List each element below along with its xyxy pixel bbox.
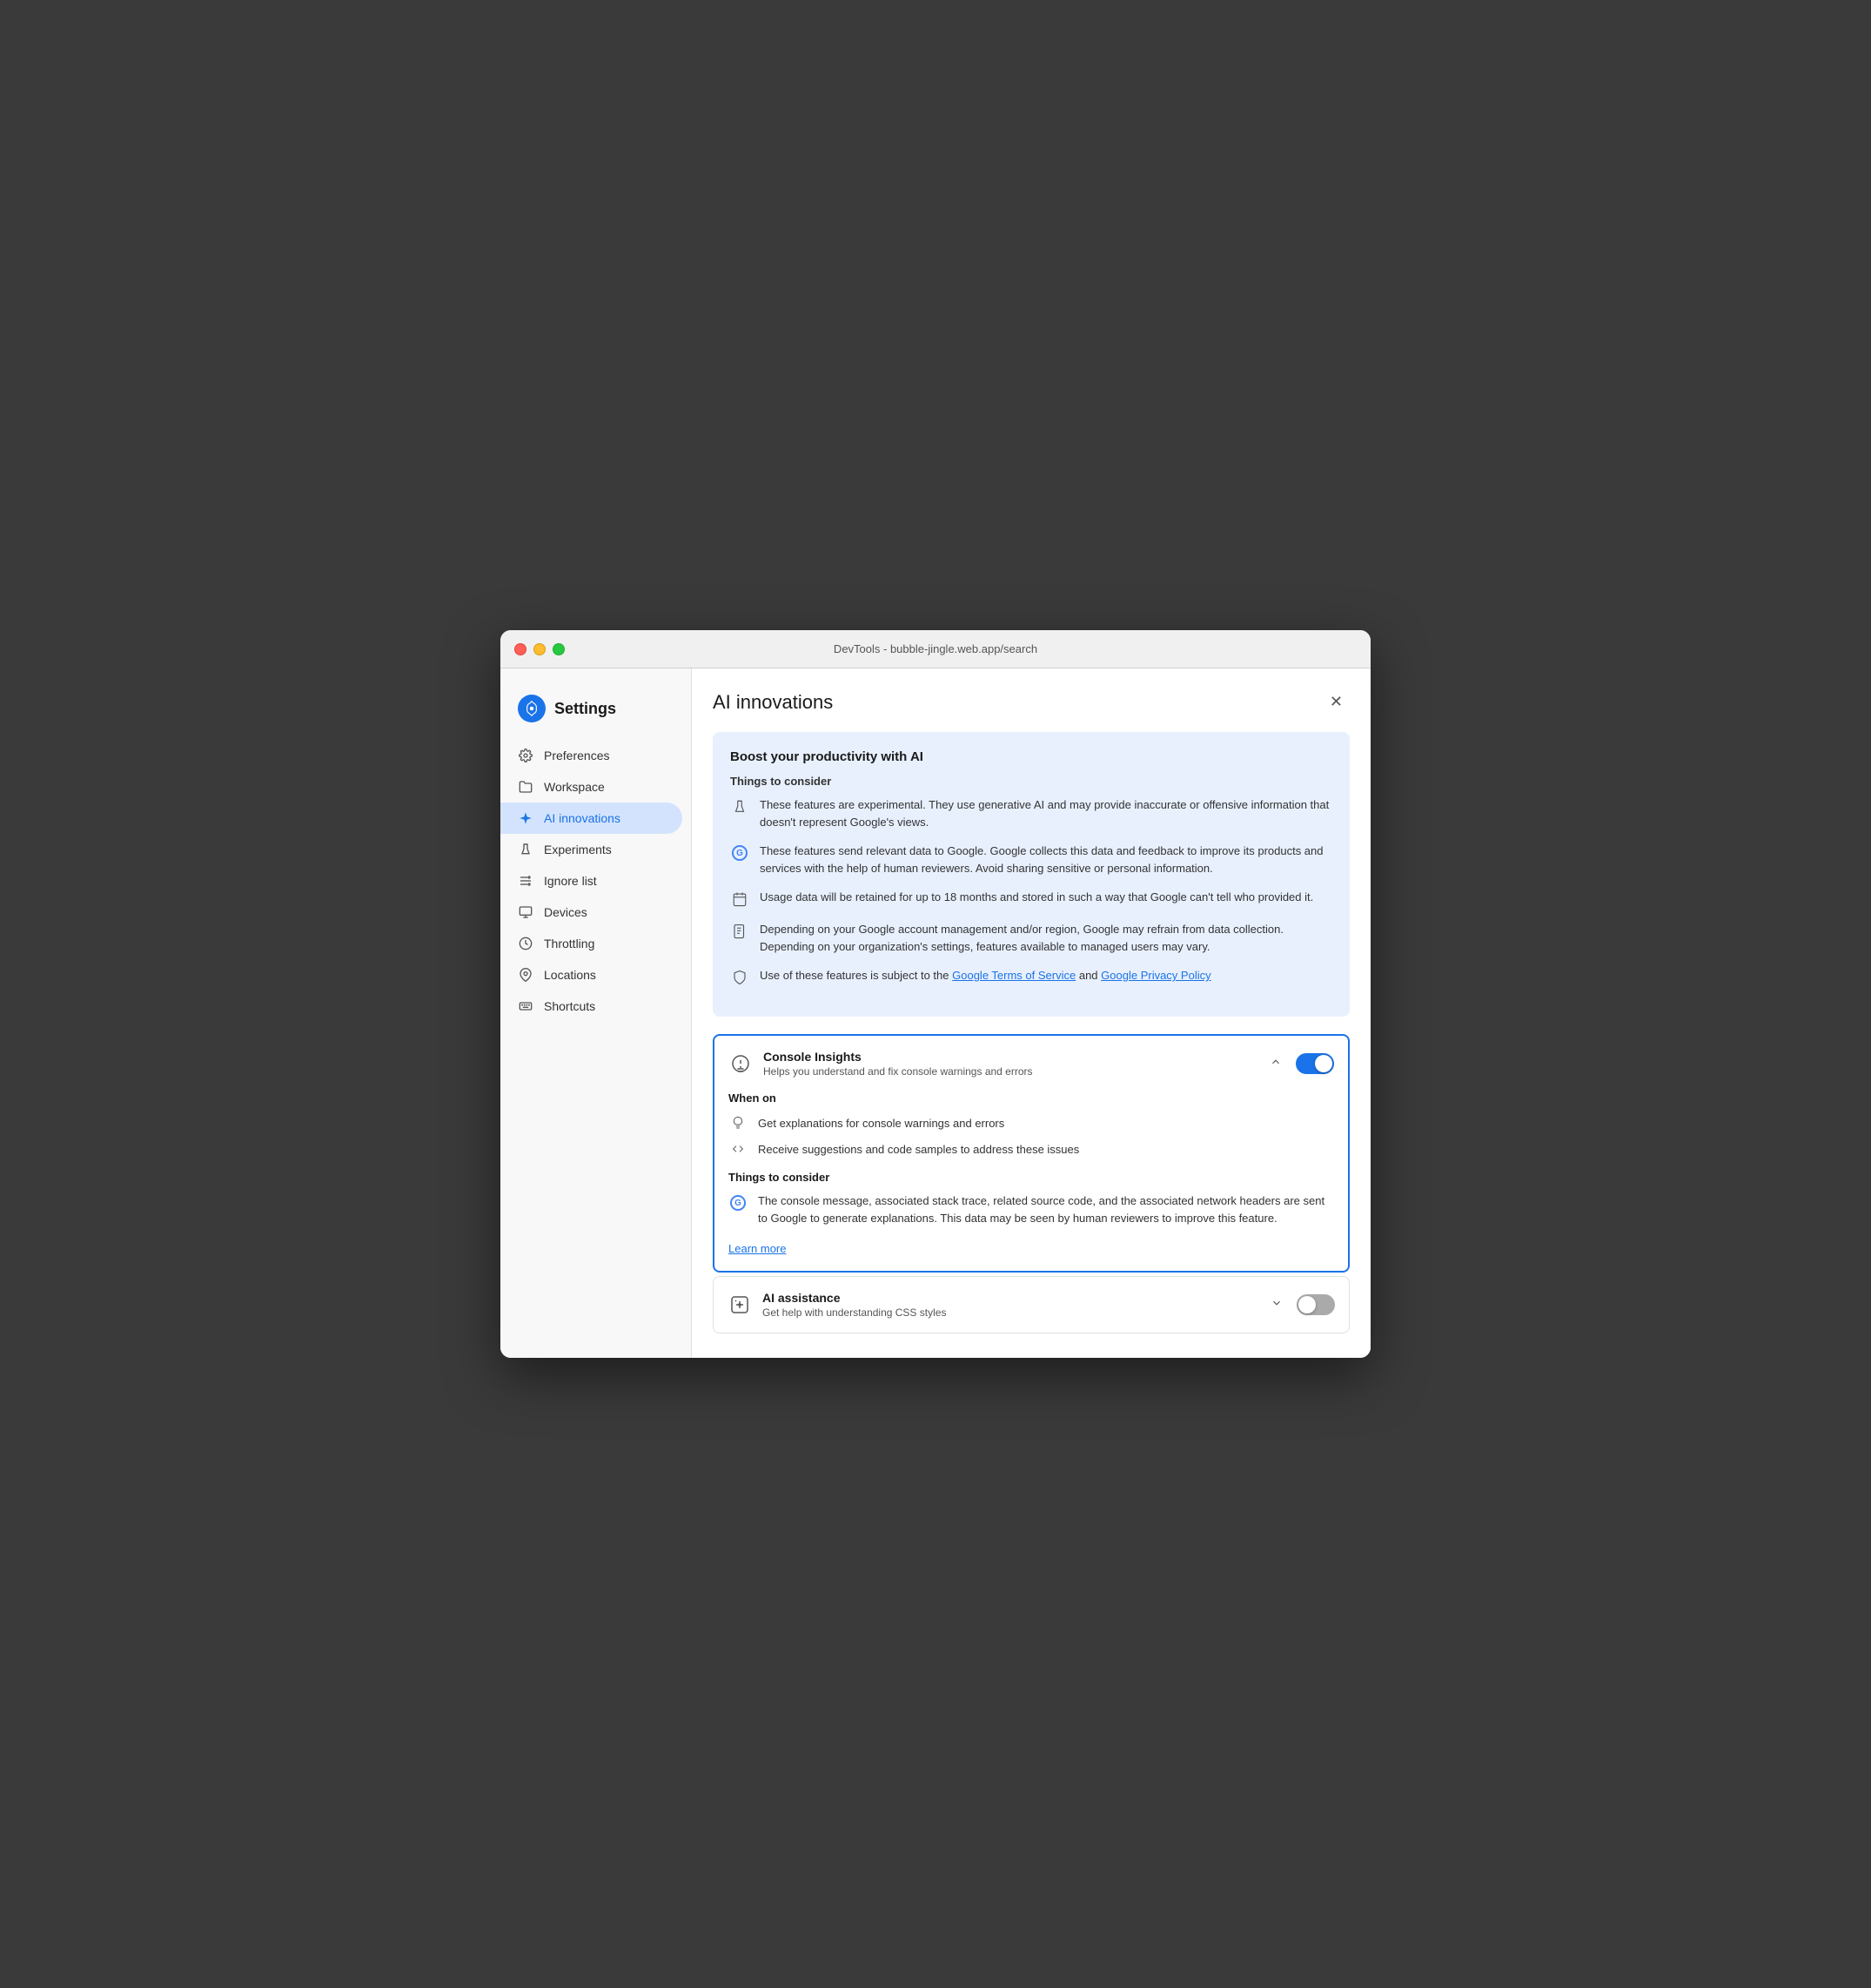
sidebar-item-label-ignore: Ignore list [544, 874, 597, 888]
privacy-link[interactable]: Google Privacy Policy [1101, 969, 1210, 982]
sidebar-item-ignore-list[interactable]: Ignore list [500, 865, 691, 897]
sidebar-item-label-experiments: Experiments [544, 843, 612, 856]
sidebar-item-label-workspace: Workspace [544, 780, 605, 794]
sidebar-item-locations[interactable]: Locations [500, 959, 691, 991]
info-item-google-text: These features send relevant data to Goo… [760, 843, 1332, 876]
ai-assistance-chevron-button[interactable] [1267, 1293, 1286, 1317]
tos-link[interactable]: Google Terms of Service [952, 969, 1076, 982]
ai-assistance-card: AI assistance Get help with understandin… [713, 1276, 1350, 1333]
info-item-account-text: Depending on your Google account managem… [760, 921, 1332, 955]
ignore-list-icon [518, 873, 533, 889]
info-item-account: Depending on your Google account managem… [730, 921, 1332, 955]
console-insights-header: Console Insights Helps you understand an… [714, 1036, 1348, 1091]
gear-icon [518, 748, 533, 763]
info-item-retention-text: Usage data will be retained for up to 18… [760, 889, 1332, 906]
titlebar: DevTools - bubble-jingle.web.app/search [500, 630, 1371, 668]
info-item-tos: Use of these features is subject to the … [730, 967, 1332, 987]
keyboard-icon [518, 998, 533, 1014]
when-on-item-suggestions: Receive suggestions and code samples to … [728, 1139, 1334, 1159]
sidebar-item-label-shortcuts: Shortcuts [544, 999, 595, 1013]
console-insights-expanded: When on Get explanations for console war… [714, 1091, 1348, 1271]
ai-assistance-icon [728, 1293, 752, 1317]
console-insights-desc: Helps you understand and fix console war… [763, 1065, 1256, 1078]
things-item-google: G The console message, associated stack … [728, 1192, 1334, 1226]
info-item-experimental: These features are experimental. They us… [730, 796, 1332, 830]
devtools-window: DevTools - bubble-jingle.web.app/search … [500, 630, 1371, 1358]
sidebar-item-ai-innovations[interactable]: AI innovations [500, 803, 682, 834]
settings-logo-icon [518, 695, 546, 722]
info-item-tos-text: Use of these features is subject to the … [760, 967, 1332, 984]
traffic-lights [514, 643, 565, 655]
devices-icon [518, 904, 533, 920]
console-insights-text: Console Insights Helps you understand an… [763, 1050, 1256, 1078]
sidebar-item-label-preferences: Preferences [544, 749, 609, 762]
calendar-icon [730, 890, 749, 909]
console-insights-chevron-button[interactable] [1266, 1052, 1285, 1076]
sidebar-item-workspace[interactable]: Workspace [500, 771, 691, 803]
ai-toggle-thumb [1298, 1296, 1316, 1313]
info-box-subtitle: Things to consider [730, 775, 1332, 788]
sidebar-title: Settings [554, 700, 616, 718]
flask-icon [518, 842, 533, 857]
console-insights-name: Console Insights [763, 1050, 1256, 1064]
minimize-traffic-light[interactable] [533, 643, 546, 655]
sidebar-header: Settings [500, 686, 691, 740]
explanation-text: Get explanations for console warnings an… [758, 1117, 1004, 1130]
when-on-title: When on [728, 1091, 1334, 1105]
close-button[interactable]: ✕ [1323, 689, 1350, 715]
ai-assistance-text: AI assistance Get help with understandin… [762, 1291, 1257, 1319]
suggestions-text: Receive suggestions and code samples to … [758, 1143, 1079, 1156]
folder-icon [518, 779, 533, 795]
ai-experimental-icon [730, 797, 749, 816]
window-title: DevTools - bubble-jingle.web.app/search [834, 642, 1037, 655]
console-insights-icon [728, 1051, 753, 1076]
main-layout: Settings Preferences [500, 668, 1371, 1358]
sidebar-item-label-ai: AI innovations [544, 811, 620, 825]
main-content: AI innovations ✕ Boost your productivity… [692, 668, 1371, 1358]
ai-assistance-header: AI assistance Get help with understandin… [714, 1277, 1349, 1333]
things-to-consider-title: Things to consider [728, 1171, 1334, 1184]
sidebar-item-label-locations: Locations [544, 968, 596, 982]
code-icon [728, 1139, 748, 1159]
info-item-retention: Usage data will be retained for up to 18… [730, 889, 1332, 909]
close-traffic-light[interactable] [514, 643, 526, 655]
sidebar-item-label-throttling: Throttling [544, 937, 594, 950]
ai-assistance-desc: Get help with understanding CSS styles [762, 1306, 1257, 1319]
things-google-text: The console message, associated stack tr… [758, 1192, 1334, 1226]
shield-icon [730, 968, 749, 987]
sidebar: Settings Preferences [500, 668, 692, 1358]
ai-spark-icon [518, 810, 533, 826]
sidebar-item-label-devices: Devices [544, 905, 587, 919]
when-on-item-explanations: Get explanations for console warnings an… [728, 1113, 1334, 1132]
fullscreen-traffic-light[interactable] [553, 643, 565, 655]
page-title: AI innovations [713, 691, 833, 714]
learn-more-link[interactable]: Learn more [728, 1242, 786, 1255]
console-insights-card: Console Insights Helps you understand an… [713, 1034, 1350, 1273]
location-icon [518, 967, 533, 983]
explanation-lightbulb-icon [728, 1113, 748, 1132]
info-box: Boost your productivity with AI Things t… [713, 732, 1350, 1017]
sidebar-item-preferences[interactable]: Preferences [500, 740, 691, 771]
console-insights-controls [1266, 1052, 1334, 1076]
sidebar-item-throttling[interactable]: Throttling [500, 928, 691, 959]
document-icon [730, 922, 749, 941]
sidebar-item-shortcuts[interactable]: Shortcuts [500, 991, 691, 1022]
throttling-icon [518, 936, 533, 951]
console-insights-toggle[interactable] [1296, 1053, 1334, 1074]
ai-assistance-name: AI assistance [762, 1291, 1257, 1305]
info-item-experimental-text: These features are experimental. They us… [760, 796, 1332, 830]
info-box-title: Boost your productivity with AI [730, 749, 1332, 764]
toggle-thumb [1315, 1055, 1332, 1072]
sidebar-item-devices[interactable]: Devices [500, 897, 691, 928]
google-send-icon: G [728, 1193, 748, 1212]
sidebar-item-experiments[interactable]: Experiments [500, 834, 691, 865]
ai-assistance-toggle[interactable] [1297, 1294, 1335, 1315]
info-item-google-data: G These features send relevant data to G… [730, 843, 1332, 876]
ai-assistance-controls [1267, 1293, 1335, 1317]
google-logo-icon: G [730, 843, 749, 863]
page-header: AI innovations ✕ [713, 689, 1350, 715]
